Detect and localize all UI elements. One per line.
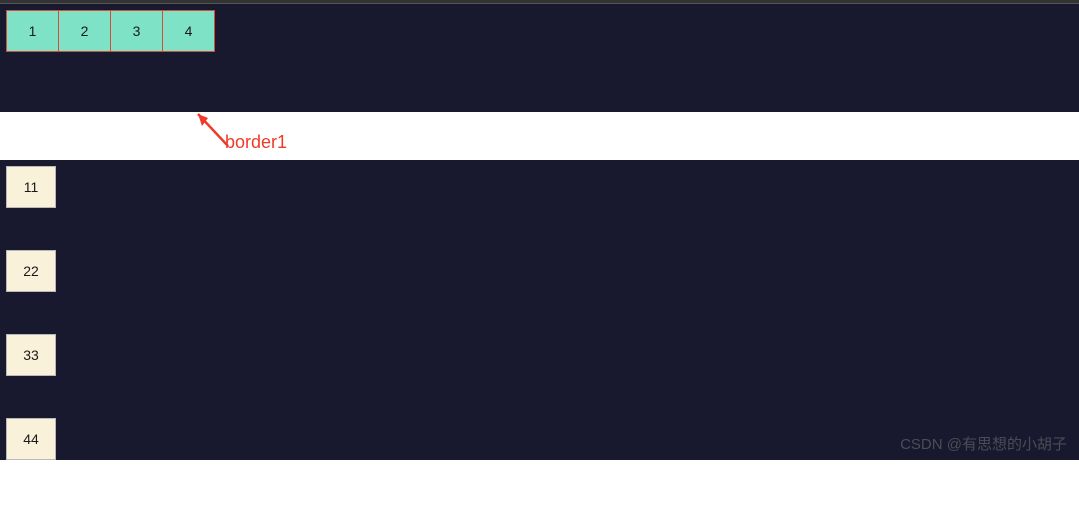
list-item: 33 (0, 334, 1079, 376)
row-spacer (0, 208, 1079, 250)
list-item: 11 (0, 166, 1079, 208)
cell-label: 4 (185, 23, 193, 39)
beige-cell-44: 44 (6, 418, 56, 460)
cell-3: 3 (110, 10, 163, 52)
watermark: CSDN @有思想的小胡子 (900, 433, 1067, 454)
cell-label: 33 (23, 347, 39, 363)
annotation-label: border1 (225, 132, 287, 153)
row-spacer (0, 376, 1079, 418)
cell-1: 1 (6, 10, 59, 52)
cell-label: 11 (24, 179, 39, 195)
cell-label: 2 (81, 23, 89, 39)
cell-label: 1 (29, 23, 37, 39)
cell-2: 2 (58, 10, 111, 52)
cell-label: 3 (133, 23, 141, 39)
section-top: 1 2 3 4 (0, 4, 1079, 112)
cell-label: 44 (23, 431, 39, 447)
section-bottom: 11 22 33 44 (0, 160, 1079, 460)
cell-4: 4 (162, 10, 215, 52)
beige-cell-22: 22 (6, 250, 56, 292)
beige-cell-11: 11 (6, 166, 56, 208)
row-spacer (0, 292, 1079, 334)
annotation-area: border1 (0, 112, 1079, 160)
green-cell-row: 1 2 3 4 (6, 10, 1079, 52)
list-item: 22 (0, 250, 1079, 292)
beige-cell-33: 33 (6, 334, 56, 376)
cell-label: 22 (23, 263, 39, 279)
